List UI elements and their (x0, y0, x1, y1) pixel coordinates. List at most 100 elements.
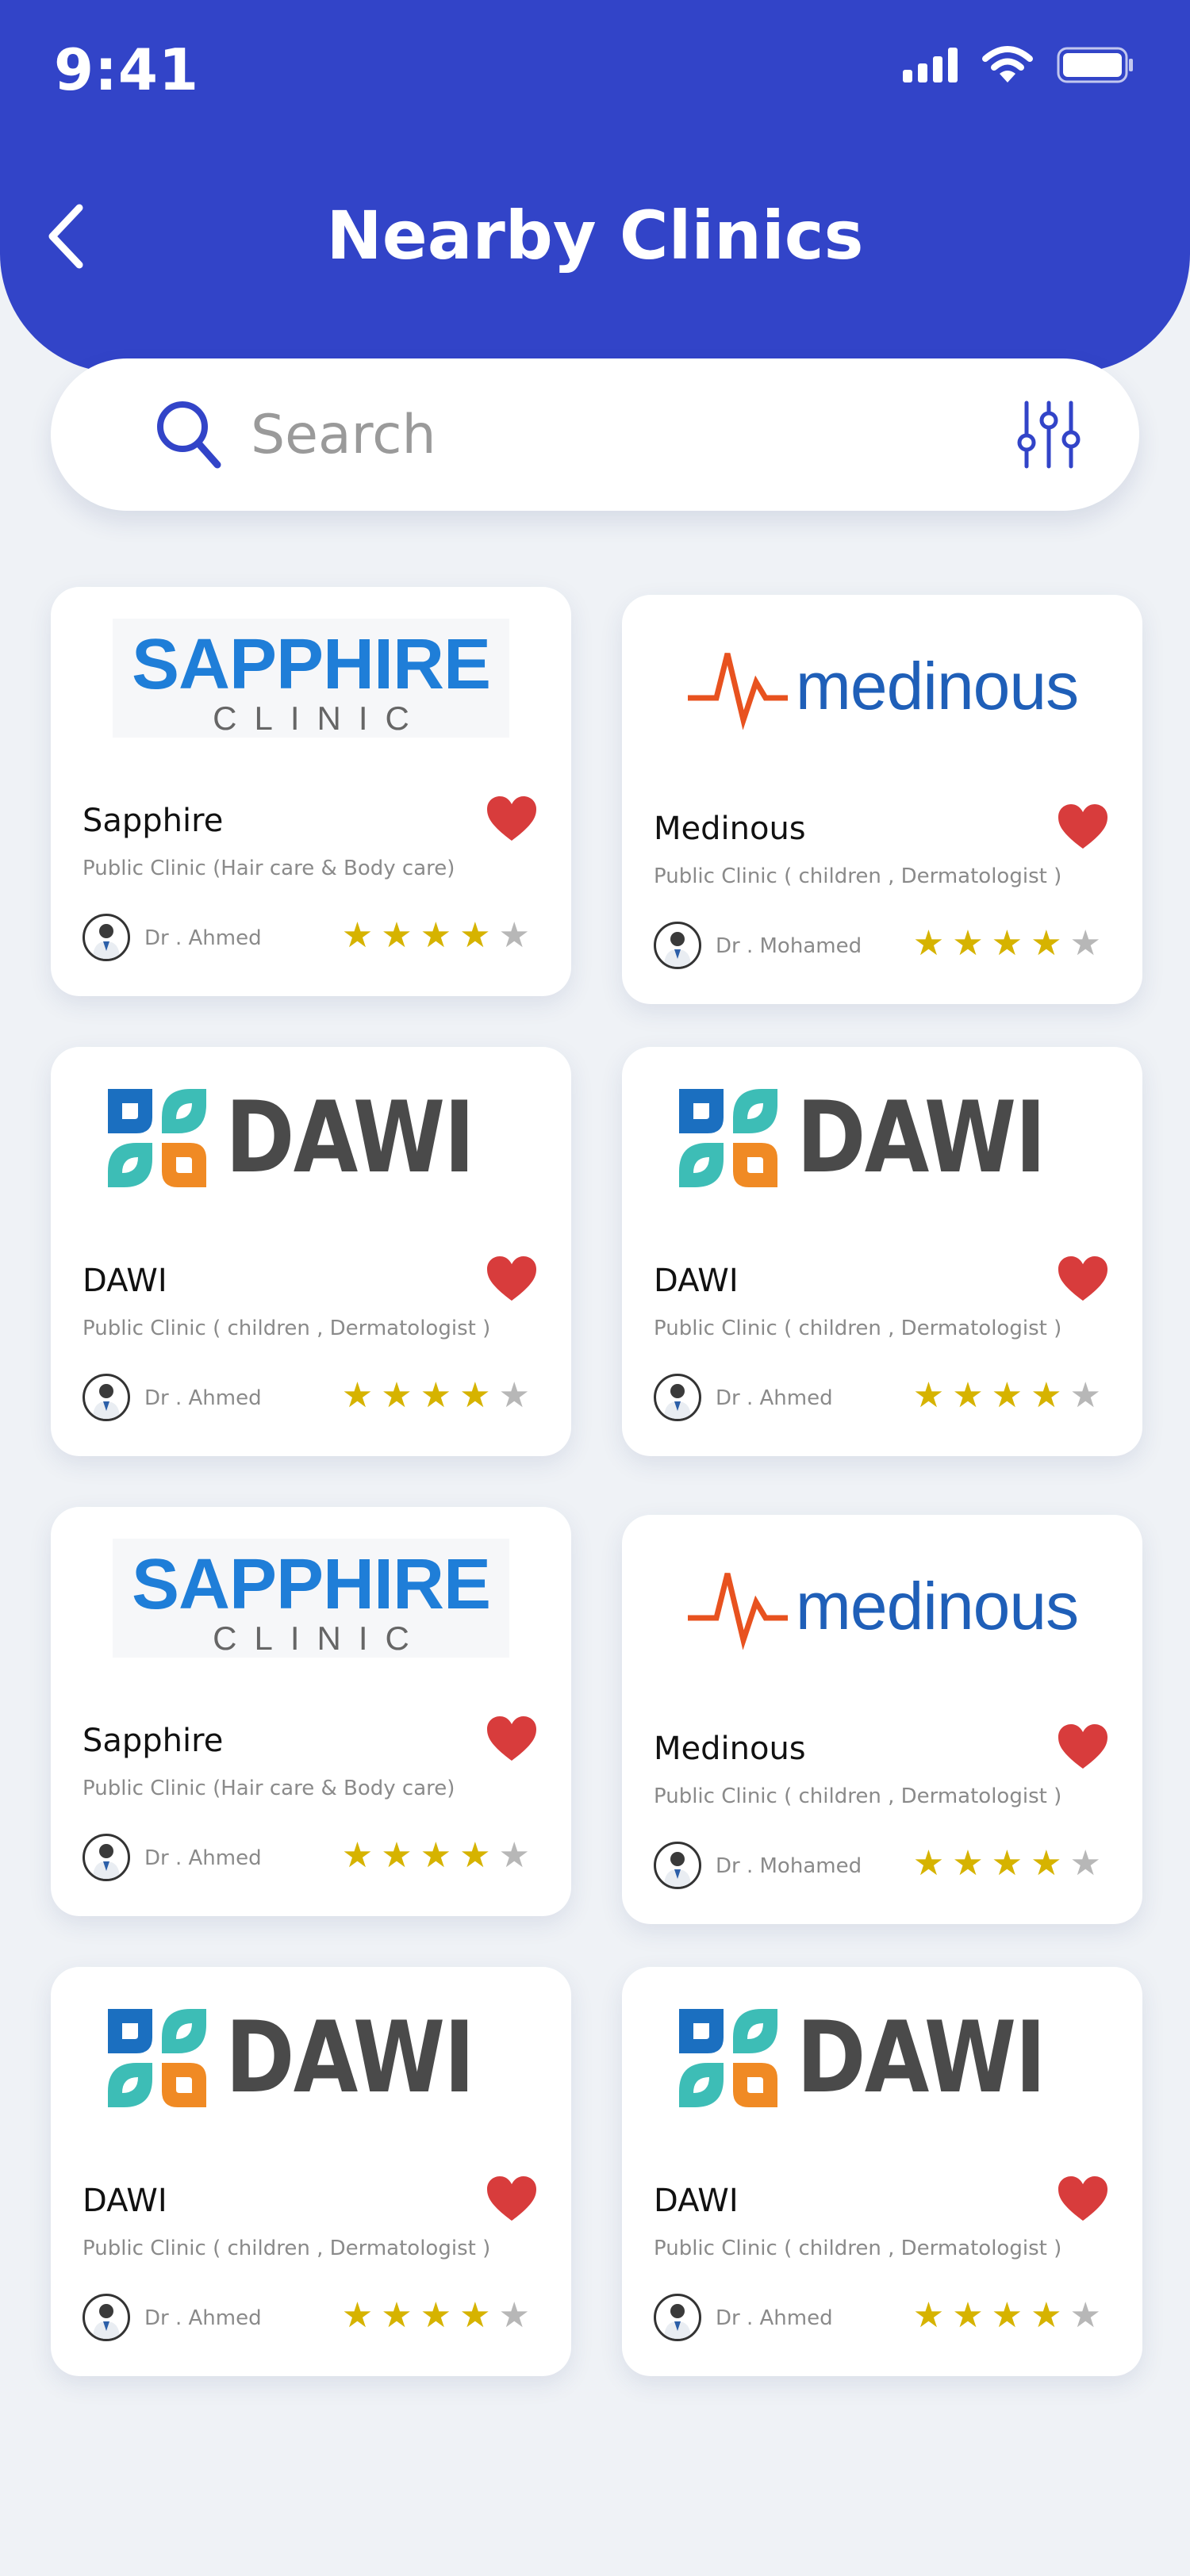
heart-icon (487, 1256, 536, 1301)
logo-area: SAPPHIRE CLINIC (83, 1539, 539, 1658)
doctor-name: Dr . Ahmed (144, 1846, 262, 1870)
logo-area: medinous (654, 627, 1111, 746)
star-icon: ★ (912, 923, 945, 964)
doctor-icon (93, 2304, 120, 2339)
heart-icon (487, 796, 536, 841)
star-icon: ★ (952, 2295, 984, 2336)
clinic-card[interactable]: DAWI DAWI Public Clinic ( children , Der… (51, 1967, 571, 2376)
star-icon: ★ (952, 1375, 984, 1416)
star-icon: ★ (991, 1843, 1023, 1884)
logo-area: DAWI (654, 1999, 1111, 2118)
star-icon: ★ (381, 915, 413, 956)
battery-icon (1057, 47, 1133, 83)
wifi-icon (982, 46, 1033, 82)
clinic-card[interactable]: medinous Medinous Public Clinic ( childr… (622, 595, 1142, 1004)
clinic-logo: DAWI (676, 2001, 1088, 2115)
favorite-button[interactable] (486, 1255, 538, 1306)
star-icon: ★ (341, 2295, 374, 2336)
heartbeat-icon (687, 653, 788, 730)
favorite-button[interactable] (1057, 2175, 1109, 2226)
star-icon: ★ (912, 1375, 945, 1416)
clinic-card[interactable]: DAWI DAWI Public Clinic ( children , Der… (51, 1047, 571, 1456)
clinic-subtitle: Public Clinic ( children , Dermatologist… (654, 1784, 1062, 1808)
star-icon: ★ (459, 1835, 491, 1876)
clinic-name: Sapphire (83, 803, 224, 839)
star-icon: ★ (912, 2295, 945, 2336)
star-icon: ★ (1069, 923, 1101, 964)
doctor-avatar (654, 922, 701, 969)
status-time: 9:41 (54, 36, 200, 103)
doctor-avatar (83, 2294, 130, 2341)
search-bar (51, 358, 1139, 511)
clinic-logo: medinous (686, 642, 1079, 730)
star-icon: ★ (420, 1835, 452, 1876)
star-icon: ★ (1031, 1375, 1062, 1416)
clinic-name: Sapphire (83, 1723, 224, 1759)
star-icon: ★ (498, 1375, 530, 1416)
favorite-button[interactable] (486, 1715, 538, 1766)
clinic-subtitle: Public Clinic ( children , Dermatologist… (654, 864, 1062, 888)
search-icon (157, 401, 221, 469)
doctor-avatar (654, 2294, 701, 2341)
search-input[interactable] (251, 390, 965, 479)
doctor-avatar (654, 1842, 701, 1889)
doctor-icon (664, 2304, 691, 2339)
doctor-avatar (83, 914, 130, 961)
star-icon: ★ (420, 1375, 452, 1416)
clinic-name: DAWI (83, 2183, 167, 2219)
star-icon: ★ (1031, 923, 1062, 964)
star-icon: ★ (459, 1375, 491, 1416)
dawi-leaf-icon (678, 1089, 777, 1187)
status-icons (903, 46, 1134, 84)
clinic-logo: DAWI (105, 1081, 517, 1195)
favorite-button[interactable] (486, 2175, 538, 2226)
rating-stars: ★ ★ ★ ★ ★ (913, 1375, 1101, 1416)
doctor-icon (93, 1384, 120, 1419)
star-icon: ★ (341, 915, 374, 956)
star-icon: ★ (952, 923, 984, 964)
heart-icon (487, 2176, 536, 2221)
doctor-name: Dr . Ahmed (144, 926, 262, 950)
doctor-icon (664, 932, 691, 967)
heart-icon (1058, 2176, 1107, 2221)
clinic-logo: SAPPHIRE CLINIC (113, 1539, 509, 1658)
logo-area: DAWI (83, 1079, 539, 1198)
rating-stars: ★ ★ ★ ★ ★ (913, 2295, 1101, 2336)
heart-icon (487, 1716, 536, 1761)
heart-icon (1058, 1724, 1107, 1769)
star-icon: ★ (991, 1375, 1023, 1416)
doctor-name: Dr . Ahmed (144, 2306, 262, 2330)
rating-stars: ★ ★ ★ ★ ★ (342, 2295, 530, 2336)
signal-icon (903, 48, 958, 82)
star-icon: ★ (1069, 1375, 1101, 1416)
star-icon: ★ (991, 923, 1023, 964)
star-icon: ★ (420, 2295, 452, 2336)
star-icon: ★ (341, 1835, 374, 1876)
doctor-name: Dr . Ahmed (144, 1386, 262, 1410)
favorite-button[interactable] (1057, 803, 1109, 854)
clinic-logo: DAWI (676, 1081, 1088, 1195)
clinic-card[interactable]: DAWI DAWI Public Clinic ( children , Der… (622, 1047, 1142, 1456)
clinic-card[interactable]: medinous Medinous Public Clinic ( childr… (622, 1515, 1142, 1924)
favorite-button[interactable] (486, 795, 538, 846)
clinic-subtitle: Public Clinic ( children , Dermatologist… (83, 2237, 491, 2260)
star-icon: ★ (952, 1843, 984, 1884)
favorite-button[interactable] (1057, 1255, 1109, 1306)
clinic-card[interactable]: SAPPHIRE CLINIC Sapphire Public Clinic (… (51, 1507, 571, 1916)
logo-area: DAWI (83, 1999, 539, 2118)
clinic-name: DAWI (654, 1263, 739, 1299)
clinic-logo: medinous (686, 1562, 1079, 1650)
star-icon: ★ (1031, 2295, 1062, 2336)
heart-icon (1058, 804, 1107, 849)
doctor-icon (664, 1852, 691, 1887)
favorite-button[interactable] (1057, 1723, 1109, 1774)
star-icon: ★ (498, 915, 530, 956)
rating-stars: ★ ★ ★ ★ ★ (342, 1835, 530, 1876)
filter-icon[interactable] (1015, 398, 1082, 471)
clinic-card[interactable]: SAPPHIRE CLINIC Sapphire Public Clinic (… (51, 587, 571, 996)
doctor-name: Dr . Ahmed (716, 1386, 833, 1410)
heart-icon (1058, 1256, 1107, 1301)
clinic-card[interactable]: DAWI DAWI Public Clinic ( children , Der… (622, 1967, 1142, 2376)
logo-area: medinous (654, 1547, 1111, 1666)
clinic-logo: SAPPHIRE CLINIC (113, 619, 509, 738)
